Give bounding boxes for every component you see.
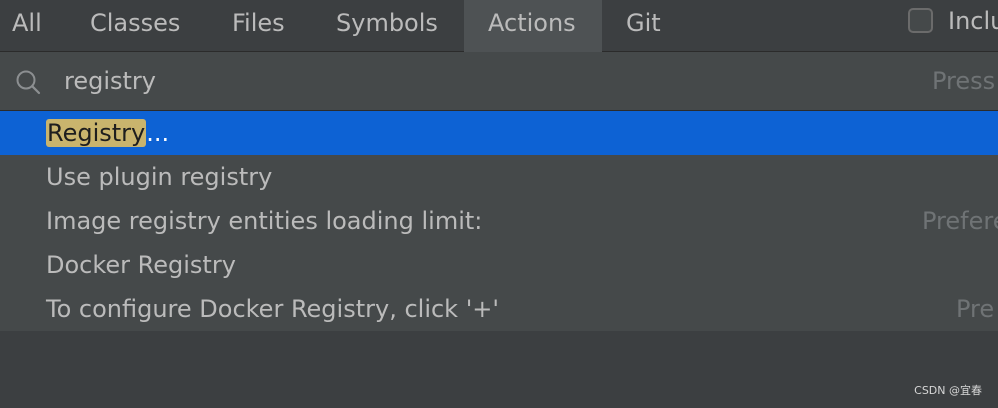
- result-label: To configure Docker Registry, click '+': [46, 295, 500, 323]
- result-label: Docker Registry: [46, 251, 236, 279]
- match-highlight: Registry: [46, 119, 147, 147]
- include-label: Inclu: [948, 7, 998, 35]
- result-hint: Prefere: [922, 207, 998, 235]
- tab-files[interactable]: Files: [198, 0, 308, 52]
- result-row-configure-docker-registry[interactable]: To configure Docker Registry, click '+' …: [0, 287, 998, 331]
- result-label: Use plugin registry: [46, 163, 273, 191]
- result-label-rest: ...: [146, 119, 170, 147]
- result-row-image-registry-limit[interactable]: Image registry entities loading limit: P…: [0, 199, 998, 243]
- search-hint: Press: [932, 67, 996, 95]
- popup-footer: CSDN @宜春: [0, 331, 998, 408]
- result-label: Registry...: [46, 111, 169, 155]
- search-input[interactable]: registry: [64, 52, 156, 110]
- tab-all[interactable]: All: [0, 0, 64, 52]
- results-list: Registry... Use plugin registry Image re…: [0, 111, 998, 331]
- search-everywhere-tabs: All Classes Files Symbols Actions Git In…: [0, 0, 998, 52]
- tab-symbols[interactable]: Symbols: [308, 0, 464, 52]
- watermark: CSDN @宜春: [914, 384, 982, 397]
- search-bar: registry Press: [0, 52, 998, 111]
- result-hint: Pre: [956, 295, 995, 323]
- tab-git[interactable]: Git: [602, 0, 682, 52]
- result-row-docker-registry[interactable]: Docker Registry: [0, 243, 998, 287]
- tab-actions[interactable]: Actions: [464, 0, 602, 52]
- tab-classes[interactable]: Classes: [64, 0, 198, 52]
- include-checkbox[interactable]: [908, 8, 933, 33]
- result-label: Image registry entities loading limit:: [46, 207, 483, 235]
- search-icon: [16, 70, 41, 95]
- result-row-use-plugin-registry[interactable]: Use plugin registry: [0, 155, 998, 199]
- result-row-registry[interactable]: Registry...: [0, 111, 998, 155]
